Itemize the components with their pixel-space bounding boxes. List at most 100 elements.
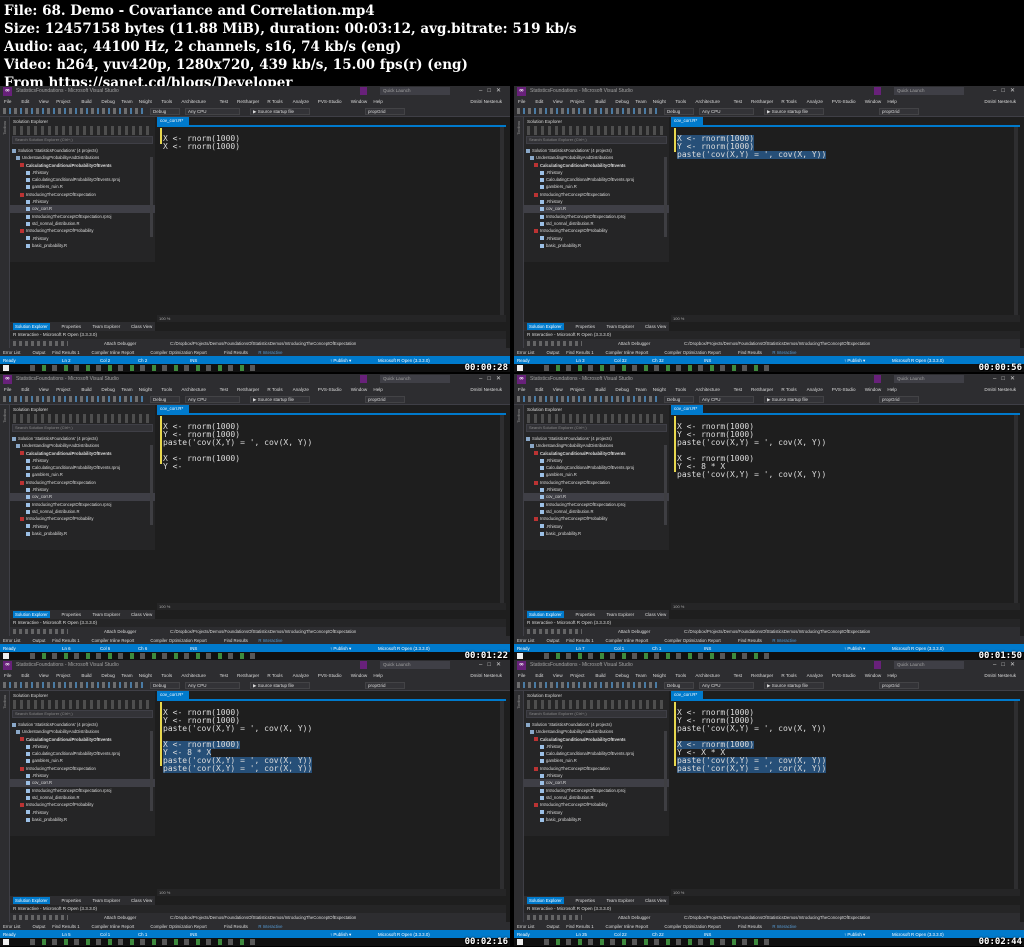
editor-scrollbar[interactable]	[1014, 127, 1018, 317]
solution-tree-item[interactable]: IntroducingTheConceptOfExpectation.rproj	[524, 501, 669, 508]
tab-class-view[interactable]: Class View	[645, 898, 666, 903]
working-directory[interactable]: C:/Dropbox/Projects/Demos/FoundationsOfS…	[170, 915, 356, 920]
tab-solution-explorer[interactable]: Solution Explorer	[527, 323, 564, 330]
menu-resharper[interactable]: ReSharper	[751, 99, 773, 104]
tab-class-view[interactable]: Class View	[645, 324, 666, 329]
menu-view[interactable]: View	[39, 99, 49, 104]
toolbox-strip[interactable]: Toolbox	[514, 405, 524, 642]
solution-search-input[interactable]: Search Solution Explorer (Ctrl+;)	[526, 710, 667, 718]
config-dropdown[interactable]: Debug	[150, 396, 180, 403]
solution-tree-item[interactable]: std_normal_distribution.R	[10, 508, 155, 515]
platform-dropdown[interactable]: Any CPU	[185, 108, 240, 115]
attach-debugger-button[interactable]: Attach Debugger	[104, 915, 136, 920]
code-line[interactable]: Y <-	[163, 462, 182, 471]
menu-nsight[interactable]: Nsight	[139, 99, 152, 104]
solution-tree-item[interactable]: UnderstandingProbabilityAndDistributions	[10, 154, 155, 161]
startup-button[interactable]: ▶ Source startup file	[250, 682, 310, 689]
solution-tree-item[interactable]: CalculatingConditionalProbabilityOfEvent…	[10, 176, 155, 183]
solution-tree-item[interactable]: basic_probability.R	[10, 242, 155, 249]
r-toolbar-icons[interactable]	[13, 915, 68, 920]
bottom-tab-find-results[interactable]: Find Results	[224, 924, 248, 929]
solution-search-input[interactable]: Search Solution Explorer (Ctrl+;)	[12, 710, 153, 718]
bottom-tab-find-results-1[interactable]: Find Results 1	[52, 350, 79, 355]
menu-edit[interactable]: Edit	[21, 673, 29, 678]
window-controls[interactable]: –□✕	[479, 375, 506, 382]
solution-tree-item[interactable]: IntroducingTheConceptOfProbability	[524, 515, 669, 522]
bottom-tab-find-results[interactable]: Find Results	[224, 638, 248, 643]
solution-tree-item[interactable]: IntroducingTheConceptOfProbability	[10, 515, 155, 522]
taskbar-apps[interactable]	[30, 939, 260, 945]
menu-r-tools[interactable]: R Tools	[267, 673, 282, 678]
window-controls[interactable]: –□✕	[479, 661, 506, 668]
r-version[interactable]: Microsoft R Open (3.3.3.0)	[378, 358, 430, 363]
windows-start-icon[interactable]	[517, 653, 523, 659]
r-version[interactable]: Microsoft R Open (3.3.3.0)	[378, 932, 430, 937]
r-toolbar-icons[interactable]	[527, 341, 582, 346]
tab-solution-explorer[interactable]: Solution Explorer	[13, 323, 50, 330]
solution-tree-item[interactable]: gamblers_ruin.R	[524, 757, 669, 764]
working-directory[interactable]: C:/Dropbox/Projects/Demos/FoundationsOfS…	[684, 915, 870, 920]
user-account[interactable]: Dmitri Nesteruk	[470, 99, 502, 104]
r-version[interactable]: Microsoft R Open (3.3.3.0)	[378, 646, 430, 651]
menu-help[interactable]: Help	[887, 673, 896, 678]
bottom-tab-output[interactable]: Output	[33, 638, 46, 643]
bottom-tab-output[interactable]: Output	[33, 924, 46, 929]
user-account[interactable]: Dmitri Nesteruk	[470, 387, 502, 392]
menu-r-tools[interactable]: R Tools	[781, 673, 796, 678]
solution-tree-item[interactable]: basic_probability.R	[10, 530, 155, 537]
solution-tree-item[interactable]: .Rhistory	[10, 743, 155, 750]
solution-tree-item[interactable]: basic_probability.R	[524, 242, 669, 249]
code-lines[interactable]: X <- rnorm(1000) Y <- rnorm(1000) paste('c…	[677, 416, 1007, 479]
platform-dropdown[interactable]: Any CPU	[185, 396, 240, 403]
platform-dropdown[interactable]: Any CPU	[699, 396, 754, 403]
menu-test[interactable]: Test	[734, 387, 742, 392]
solution-explorer-tools[interactable]	[13, 414, 152, 423]
solution-search-input[interactable]: Search Solution Explorer (Ctrl+;)	[12, 424, 153, 432]
attach-debugger-button[interactable]: Attach Debugger	[618, 341, 650, 346]
menu-architecture[interactable]: Architecture	[695, 387, 720, 392]
menu-tools[interactable]: Tools	[161, 387, 172, 392]
bottom-tab-output[interactable]: Output	[547, 924, 560, 929]
solution-tree-item[interactable]: CalculatingConditionalProbabilityOfEvent…	[10, 736, 155, 743]
bottom-tab-error-list[interactable]: Error List	[3, 638, 20, 643]
bottom-tab-find-results-1[interactable]: Find Results 1	[52, 924, 79, 929]
startup-button[interactable]: ▶ Source startup file	[250, 396, 310, 403]
menu-pvs-studio[interactable]: PVS-Studio	[318, 99, 342, 104]
editor-tab[interactable]: cov_corr.R*	[157, 117, 189, 125]
code-line[interactable]: paste('cov(X,Y) = ', cov(X, Y))	[677, 438, 826, 447]
tab-class-view[interactable]: Class View	[131, 324, 152, 329]
bottom-tab-output[interactable]: Output	[33, 350, 46, 355]
menu-team[interactable]: Team	[121, 673, 132, 678]
feedback-flag-icon[interactable]	[874, 661, 881, 669]
solution-tree-item[interactable]: gamblers_ruin.R	[10, 183, 155, 190]
editor-scrollbar[interactable]	[1014, 701, 1018, 891]
menu-nsight[interactable]: Nsight	[653, 673, 666, 678]
menu-view[interactable]: View	[39, 673, 49, 678]
bottom-tab-error-list[interactable]: Error List	[3, 350, 20, 355]
menu-build[interactable]: Build	[595, 99, 605, 104]
attach-debugger-button[interactable]: Attach Debugger	[104, 341, 136, 346]
tab-properties[interactable]: Properties	[576, 612, 596, 617]
propgrid-dropdown[interactable]: propGrid	[879, 396, 919, 403]
menu-view[interactable]: View	[553, 387, 563, 392]
r-toolbar-icons[interactable]	[527, 915, 582, 920]
working-directory[interactable]: C:/Dropbox/Projects/Demos/FoundationsOfS…	[684, 629, 870, 634]
menu-edit[interactable]: Edit	[21, 99, 29, 104]
solution-tree-item[interactable]: IntroducingTheConceptOfProbability	[524, 801, 669, 808]
r-version[interactable]: Microsoft R Open (3.3.3.0)	[892, 932, 944, 937]
tab-team-explorer[interactable]: Team Explorer	[93, 324, 121, 329]
bottom-tab-find-results[interactable]: Find Results	[738, 638, 762, 643]
menu-pvs-studio[interactable]: PVS-Studio	[318, 673, 342, 678]
tab-solution-explorer[interactable]: Solution Explorer	[527, 611, 564, 618]
editor-zoom[interactable]: 100 %	[157, 315, 506, 322]
working-directory[interactable]: C:/Dropbox/Projects/Demos/FoundationsOfS…	[684, 341, 870, 346]
code-line[interactable]: paste('cor(X,Y) = ', cor(X, Y))	[163, 765, 313, 773]
bottom-tab-r-interactive[interactable]: R Interactive	[258, 924, 282, 929]
solution-tree-item[interactable]: .Rhistory	[524, 198, 669, 205]
menu-analyze[interactable]: Analyze	[807, 673, 823, 678]
code-editor[interactable]: cov_corr.R* X <- rnorm(1000) Y <- rnorm(1…	[671, 405, 1020, 610]
editor-tab[interactable]: cov_corr.R*	[671, 117, 703, 125]
feedback-flag-icon[interactable]	[874, 375, 881, 383]
window-controls[interactable]: –□✕	[993, 661, 1020, 668]
tab-properties[interactable]: Properties	[62, 612, 82, 617]
